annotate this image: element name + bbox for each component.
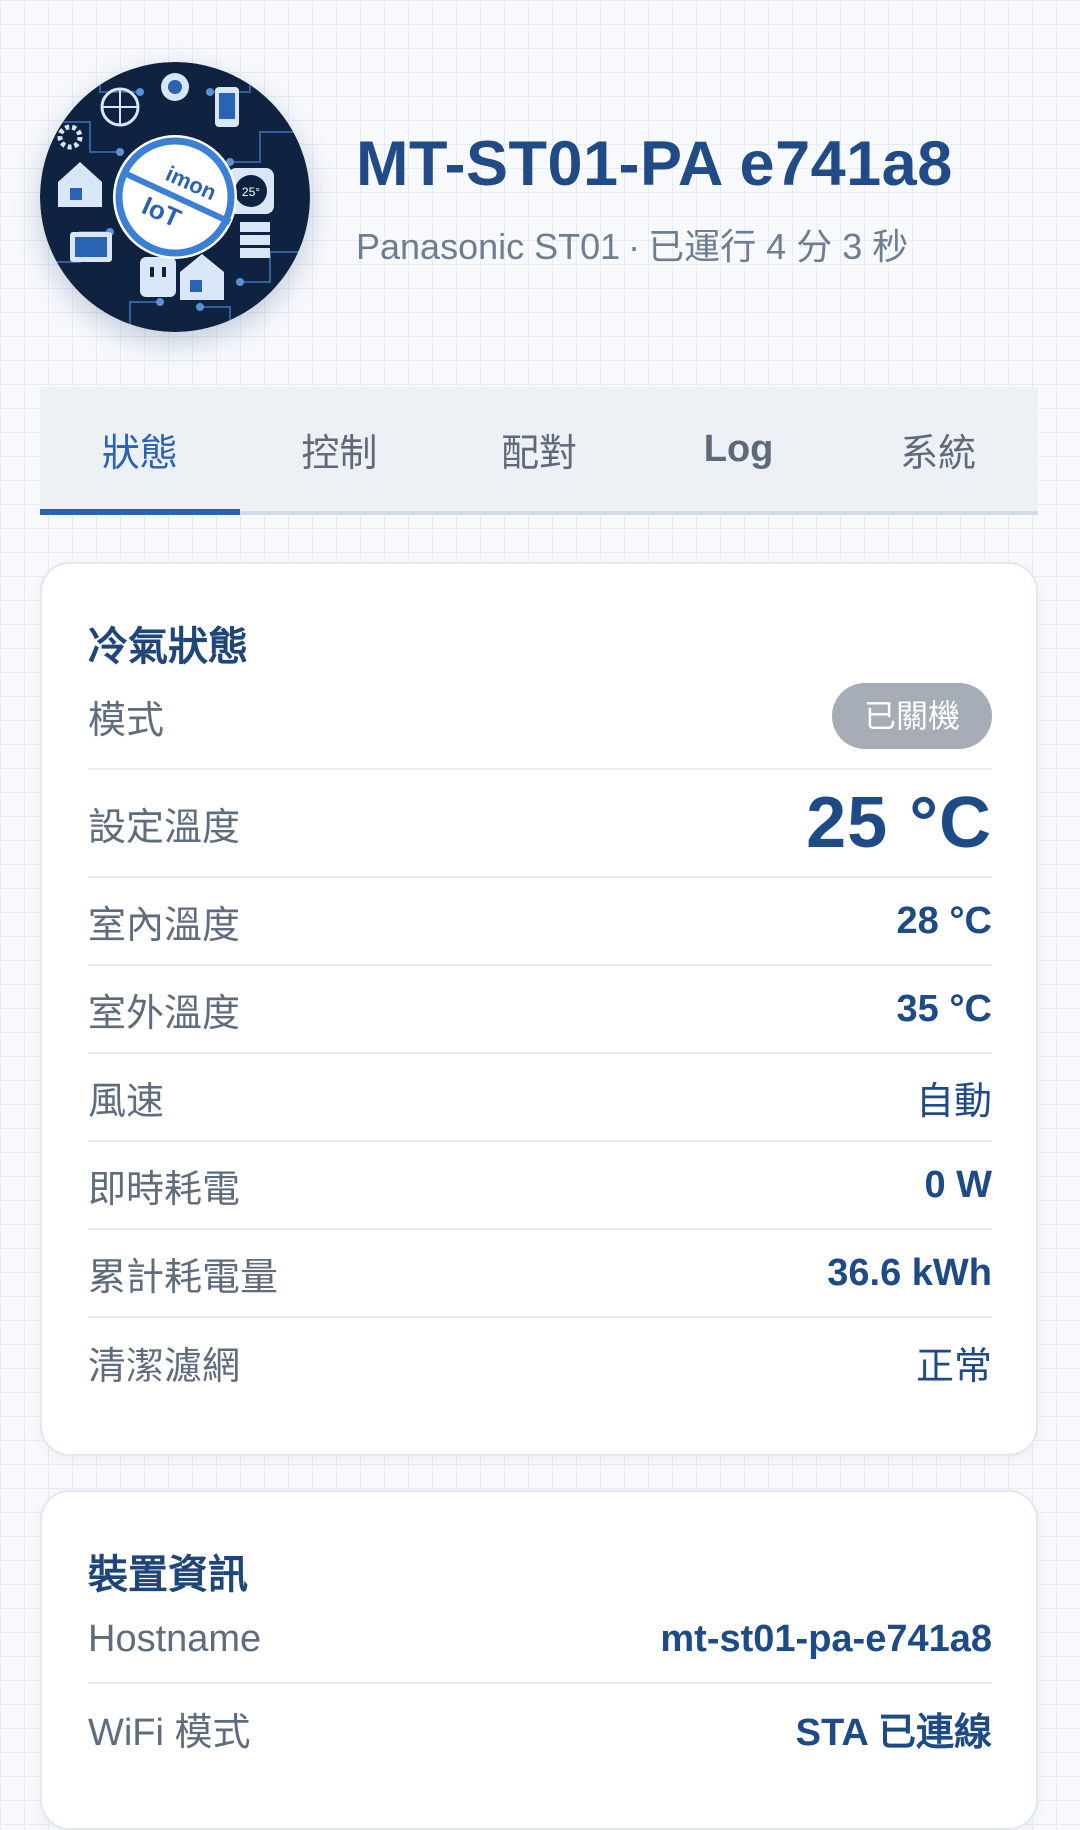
realtime-power-value: 0 W xyxy=(924,1163,992,1206)
device-info-card: 裝置資訊 Hostname mt-st01-pa-e741a8 WiFi 模式 … xyxy=(40,1490,1038,1830)
row-realtime-power: 即時耗電 0 W xyxy=(88,1142,992,1230)
row-label: 即時耗電 xyxy=(88,1168,241,1211)
tab-system[interactable]: 系統 xyxy=(838,387,1038,511)
ac-status-list: 模式 已關機 設定溫度 25 °C 室內溫度 28 °C 室外溫度 35 °C … xyxy=(88,664,992,1406)
total-energy-value: 36.6 kWh xyxy=(827,1251,992,1294)
tv-icon xyxy=(70,232,112,262)
device-subtitle: Panasonic ST01 · 已運行 4 分 3 秒 xyxy=(356,218,908,270)
row-label: 累計耗電量 xyxy=(88,1256,279,1299)
outdoor-temperature-value: 35 °C xyxy=(896,987,992,1030)
filter-clean-value: 正常 xyxy=(915,1345,992,1388)
row-label: 模式 xyxy=(88,699,165,742)
fan-speed-value: 自動 xyxy=(915,1080,992,1123)
device-model: Panasonic ST01 xyxy=(356,226,621,267)
device-header: 25° imon IoT MT-ST01-PA e741a8 Panasonic… xyxy=(40,62,1040,334)
row-label: 清潔濾網 xyxy=(88,1345,241,1388)
tab-control[interactable]: 控制 xyxy=(240,387,440,511)
camera-icon xyxy=(161,73,189,101)
tab-bar: 狀態 控制 配對 Log 系統 xyxy=(40,387,1038,515)
row-label: WiFi 模式 xyxy=(88,1711,251,1754)
row-set-temperature: 設定溫度 25 °C xyxy=(88,770,992,878)
row-filter-clean: 清潔濾網 正常 xyxy=(88,1318,992,1406)
device-title: MT-ST01-PA e741a8 xyxy=(356,129,953,199)
row-label: 風速 xyxy=(88,1080,165,1123)
device-uptime: 已運行 4 分 3 秒 xyxy=(648,226,909,267)
row-label: 室內溫度 xyxy=(88,904,241,947)
server-icon xyxy=(240,222,270,258)
row-label: 室外溫度 xyxy=(88,992,241,1035)
tab-log[interactable]: Log xyxy=(639,387,839,511)
row-label: Hostname xyxy=(88,1617,262,1660)
row-fan-speed: 風速 自動 xyxy=(88,1054,992,1142)
ac-status-card: 冷氣狀態 模式 已關機 設定溫度 25 °C 室內溫度 28 °C 室外溫度 3… xyxy=(40,562,1038,1456)
tab-pairing[interactable]: 配對 xyxy=(439,387,639,511)
wifi-mode-value: STA 已連線 xyxy=(795,1711,992,1754)
row-mode: 模式 已關機 xyxy=(88,664,992,770)
row-label: 設定溫度 xyxy=(88,806,241,849)
indoor-temperature-value: 28 °C xyxy=(896,899,992,942)
subtitle-separator: · xyxy=(628,226,641,267)
row-indoor-temperature: 室內溫度 28 °C xyxy=(88,878,992,966)
device-info-title: 裝置資訊 xyxy=(88,1553,248,1597)
row-hostname: Hostname mt-st01-pa-e741a8 xyxy=(88,1596,992,1684)
device-info-list: Hostname mt-st01-pa-e741a8 WiFi 模式 STA 已… xyxy=(88,1596,992,1772)
set-temperature-value: 25 °C xyxy=(806,783,992,863)
row-wifi-mode: WiFi 模式 STA 已連線 xyxy=(88,1684,992,1772)
imon-iot-logo: 25° imon IoT xyxy=(40,62,310,332)
globe-icon xyxy=(100,87,140,127)
hostname-value: mt-st01-pa-e741a8 xyxy=(660,1617,992,1660)
svg-text:25°: 25° xyxy=(242,185,260,199)
row-total-energy: 累計耗電量 36.6 kWh xyxy=(88,1230,992,1318)
tab-status[interactable]: 狀態 xyxy=(40,387,240,515)
plug-icon xyxy=(140,257,176,297)
mode-status-badge: 已關機 xyxy=(831,683,992,749)
phone-icon xyxy=(215,87,239,127)
row-outdoor-temperature: 室外溫度 35 °C xyxy=(88,966,992,1054)
